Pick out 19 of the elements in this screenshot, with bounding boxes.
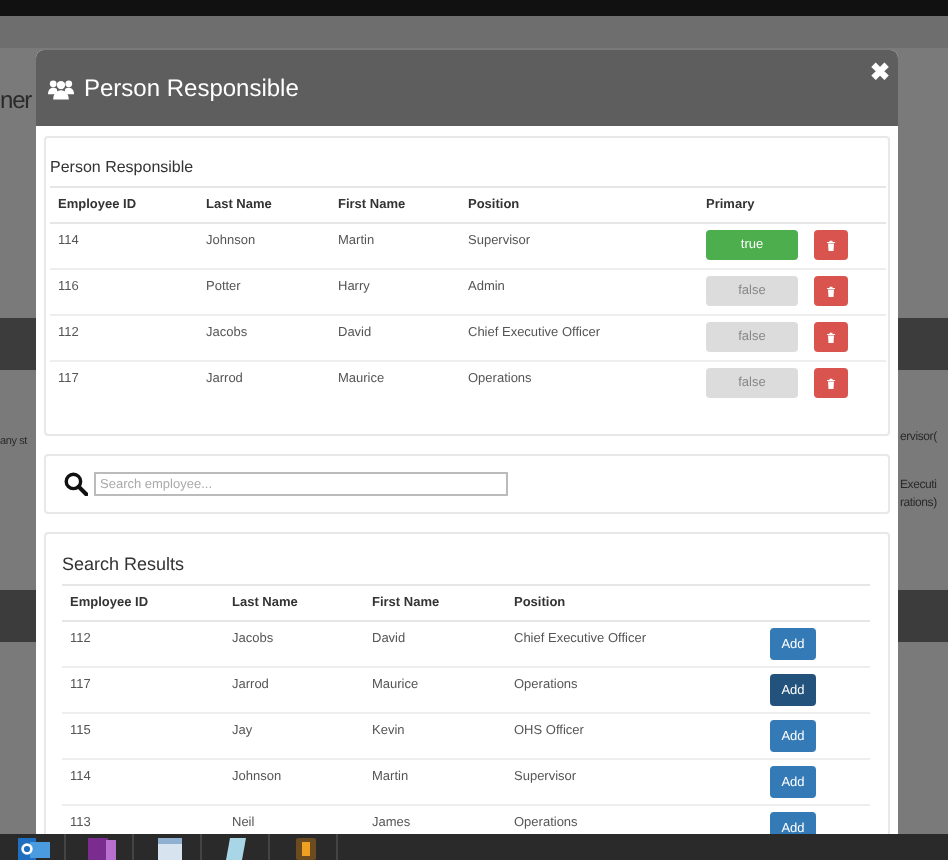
notebook-icon[interactable] — [86, 836, 118, 860]
users-icon — [48, 77, 74, 99]
trash-icon — [826, 239, 836, 251]
panel-title: Search Results — [62, 554, 870, 586]
delete-button[interactable] — [814, 322, 848, 352]
close-button[interactable]: ✖ — [870, 60, 890, 84]
mail-icon[interactable] — [18, 836, 50, 860]
app-icon[interactable] — [290, 836, 322, 860]
modal-title: Person Responsible — [84, 74, 299, 102]
window-icon[interactable] — [154, 836, 186, 860]
delete-button[interactable] — [814, 276, 848, 306]
trash-icon — [826, 331, 836, 343]
trash-icon — [826, 377, 836, 389]
trash-icon — [826, 285, 836, 297]
search-icon — [64, 472, 88, 496]
delete-button[interactable] — [814, 230, 848, 260]
panel-title: Person Responsible — [50, 158, 886, 188]
delete-button[interactable] — [814, 368, 848, 398]
page-heading: ner — [0, 86, 32, 114]
